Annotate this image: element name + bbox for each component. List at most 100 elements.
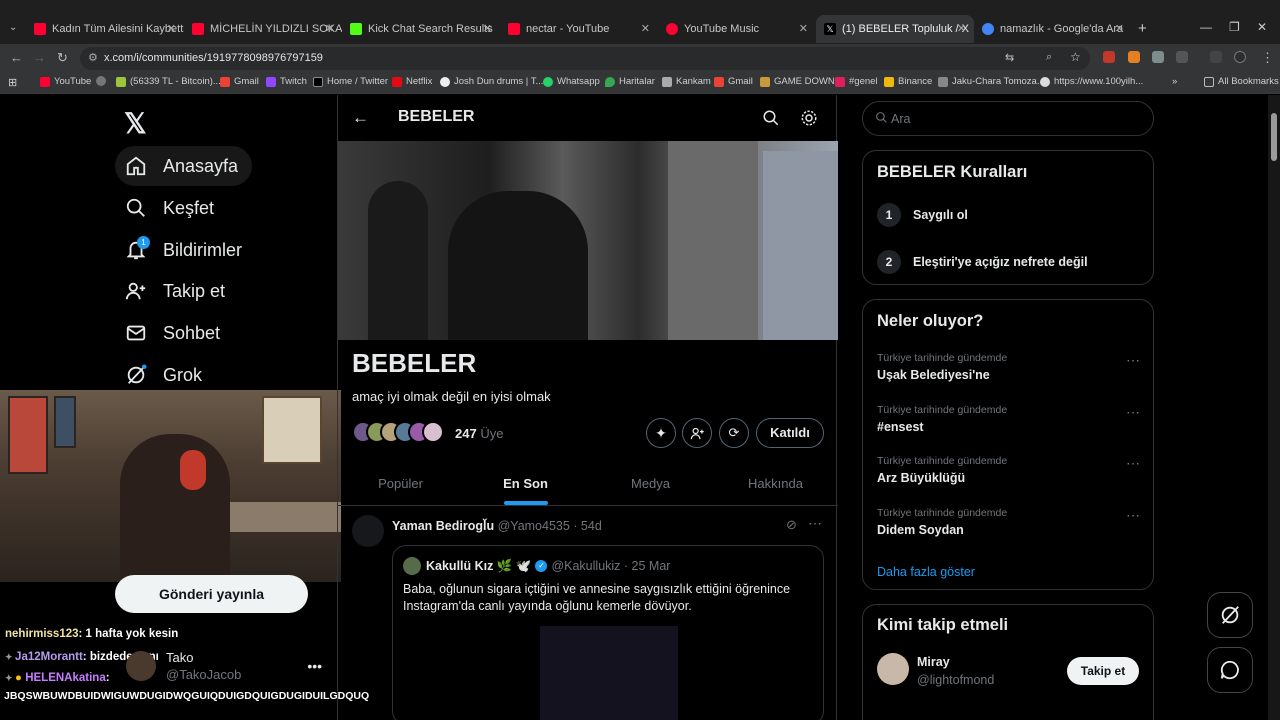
- grok-float-button[interactable]: [1207, 592, 1253, 638]
- nav-notifications[interactable]: 1 Bildirimler: [115, 230, 256, 270]
- bookmarks-overflow-icon[interactable]: »: [1172, 76, 1177, 87]
- avatar[interactable]: [877, 653, 909, 685]
- close-tab-icon[interactable]: ✕: [167, 22, 176, 35]
- more-icon[interactable]: ⋯: [1126, 455, 1141, 472]
- avatar[interactable]: [352, 515, 384, 547]
- zoom-icon[interactable]: ⌕: [1046, 51, 1052, 64]
- translate-icon[interactable]: ⇆: [1005, 51, 1014, 64]
- browser-tab-active[interactable]: 𝕏 (1) BEBELER Topluluk / X ✕: [816, 15, 974, 43]
- reload-icon[interactable]: ↻: [57, 50, 68, 66]
- back-arrow-icon[interactable]: ←: [352, 108, 369, 128]
- grok-icon[interactable]: ⊘: [786, 517, 797, 533]
- nav-explore[interactable]: Keşfet: [115, 188, 228, 228]
- scrollbar-thumb[interactable]: [1271, 113, 1277, 161]
- site-info-icon[interactable]: ⚙: [88, 51, 98, 64]
- nav-chat[interactable]: Sohbet: [115, 313, 234, 353]
- tab-popular[interactable]: Popüler: [338, 462, 463, 505]
- show-more-link[interactable]: Daha fazla göster: [877, 565, 975, 579]
- bookmark-item[interactable]: Twitch: [266, 76, 307, 87]
- close-window-button[interactable]: ✕: [1257, 20, 1267, 34]
- account-switcher[interactable]: Tako @TakoJacob •••: [126, 650, 322, 682]
- search-icon[interactable]: [762, 109, 780, 127]
- minimize-button[interactable]: —: [1200, 20, 1212, 34]
- forward-icon[interactable]: →: [33, 50, 46, 65]
- browser-tab[interactable]: Kadın Tüm Ailesini Kaybettiği X ✕: [26, 15, 184, 43]
- follow-button[interactable]: Takip et: [1067, 657, 1139, 685]
- member-avatars[interactable]: [352, 421, 444, 443]
- close-tab-icon[interactable]: ✕: [1115, 22, 1124, 35]
- bookmark-item[interactable]: Gmail: [714, 76, 753, 87]
- rule-item[interactable]: 2 Eleştiri'ye açığız nefrete değil: [877, 250, 1088, 274]
- quoted-post[interactable]: Kakullü Kız 🌿 🕊️ ✓ @Kakullukiz · 25 Mar …: [392, 545, 824, 720]
- browser-tab[interactable]: nectar - YouTube ✕: [500, 15, 658, 43]
- more-icon[interactable]: ⋯: [1126, 352, 1141, 369]
- grok-summary-button[interactable]: ✦: [646, 418, 676, 448]
- browser-tab[interactable]: Kick Chat Search Results ✕: [342, 15, 500, 43]
- nav-grok[interactable]: Grok: [115, 355, 216, 395]
- post-author[interactable]: Yaman Bedirogl̆u: [392, 519, 494, 533]
- trend-item[interactable]: Türkiye tarihinde gündemde #ensest ⋯: [877, 404, 1141, 434]
- gear-icon[interactable]: [800, 109, 818, 127]
- search-input[interactable]: Ara: [862, 101, 1154, 136]
- trend-item[interactable]: Türkiye tarihinde gündemde Arz Büyüklüğü…: [877, 455, 1141, 485]
- rule-item[interactable]: 1 Saygılı ol: [877, 203, 968, 227]
- extension-icon[interactable]: [1103, 51, 1115, 63]
- quote-video-thumbnail[interactable]: [540, 626, 678, 720]
- apps-grid-icon[interactable]: ⊞: [8, 76, 17, 89]
- new-tab-button[interactable]: +: [1138, 20, 1147, 37]
- follow-user-name[interactable]: Miray: [917, 655, 950, 669]
- tab-latest[interactable]: En Son: [463, 462, 588, 505]
- bookmark-item[interactable]: Kankam: [662, 76, 711, 87]
- address-bar[interactable]: ⚙ x.com/i/communities/191977809897679715…: [80, 47, 1090, 70]
- bookmark-item[interactable]: Home / Twitter: [313, 76, 388, 87]
- messages-float-button[interactable]: [1207, 647, 1253, 693]
- media-controls-icon[interactable]: [1210, 51, 1222, 63]
- invite-button[interactable]: [682, 418, 712, 448]
- extension-icon[interactable]: [1128, 51, 1140, 63]
- trend-item[interactable]: Türkiye tarihinde gündemde Didem Soydan …: [877, 507, 1141, 537]
- maximize-button[interactable]: ❐: [1229, 20, 1240, 34]
- share-button[interactable]: ⟳: [719, 418, 749, 448]
- more-icon[interactable]: ⋯: [1126, 507, 1141, 524]
- bookmark-item[interactable]: https://www.100yilh...: [1040, 76, 1143, 87]
- nav-home[interactable]: Anasayfa: [115, 146, 253, 186]
- bookmark-star-icon[interactable]: ☆: [1070, 50, 1081, 64]
- tab-about[interactable]: Hakkında: [713, 462, 838, 505]
- back-icon[interactable]: ←: [10, 50, 23, 65]
- nav-follow[interactable]: Takip et: [115, 271, 239, 311]
- more-icon[interactable]: •••: [307, 658, 322, 674]
- bookmark-item[interactable]: Gmail: [220, 76, 259, 87]
- close-tab-icon[interactable]: ✕: [325, 22, 334, 35]
- member-count[interactable]: 247 Üye: [455, 426, 503, 441]
- tab-media[interactable]: Medya: [588, 462, 713, 505]
- bookmark-item[interactable]: #genel: [835, 76, 878, 87]
- close-tab-icon[interactable]: ✕: [957, 22, 966, 35]
- tab-search-icon[interactable]: ⌄: [9, 22, 17, 33]
- page-scrollbar[interactable]: [1268, 95, 1280, 720]
- all-bookmarks[interactable]: All Bookmarks: [1204, 76, 1279, 87]
- trend-item[interactable]: Türkiye tarihinde gündemde Uşak Belediye…: [877, 352, 1141, 382]
- bookmark-item[interactable]: Whatsapp: [543, 76, 600, 87]
- more-icon[interactable]: ⋯: [808, 515, 822, 532]
- bookmark-item[interactable]: Haritalar: [605, 76, 655, 87]
- close-tab-icon[interactable]: ✕: [799, 22, 808, 35]
- profile-avatar-icon[interactable]: [1234, 51, 1246, 63]
- bookmark-item[interactable]: Jaku-Chara Tomoza...: [938, 76, 1045, 87]
- post-button[interactable]: Gönderi yayınla: [115, 575, 308, 613]
- browser-tab[interactable]: YouTube Music ✕: [658, 15, 816, 43]
- bookmark-item[interactable]: YouTube: [40, 76, 91, 87]
- bookmark-item[interactable]: Binance: [884, 76, 932, 87]
- close-tab-icon[interactable]: ✕: [483, 22, 492, 35]
- post[interactable]: Yaman Bedirogl̆u @Yamo4535 · 54d ⊘ ⋯ Kak…: [338, 507, 838, 720]
- bookmark-item[interactable]: Netflix: [392, 76, 432, 87]
- more-icon[interactable]: ⋯: [1126, 404, 1141, 421]
- bookmark-item[interactable]: (56339 TL - Bitcoin)...: [116, 76, 221, 87]
- browser-tab[interactable]: namazlık - Google'da Ara ✕: [974, 15, 1132, 43]
- joined-button[interactable]: Katıldı: [756, 418, 824, 448]
- browser-menu-icon[interactable]: ⋮: [1261, 50, 1274, 66]
- browser-tab[interactable]: MİCHELİN YILDIZLI SOKAK LEZZ ✕: [184, 15, 342, 43]
- bookmark-item[interactable]: GAME DOWN: [760, 76, 835, 87]
- bookmark-item[interactable]: [96, 76, 110, 86]
- close-tab-icon[interactable]: ✕: [641, 22, 650, 35]
- extension-icon[interactable]: [1152, 51, 1164, 63]
